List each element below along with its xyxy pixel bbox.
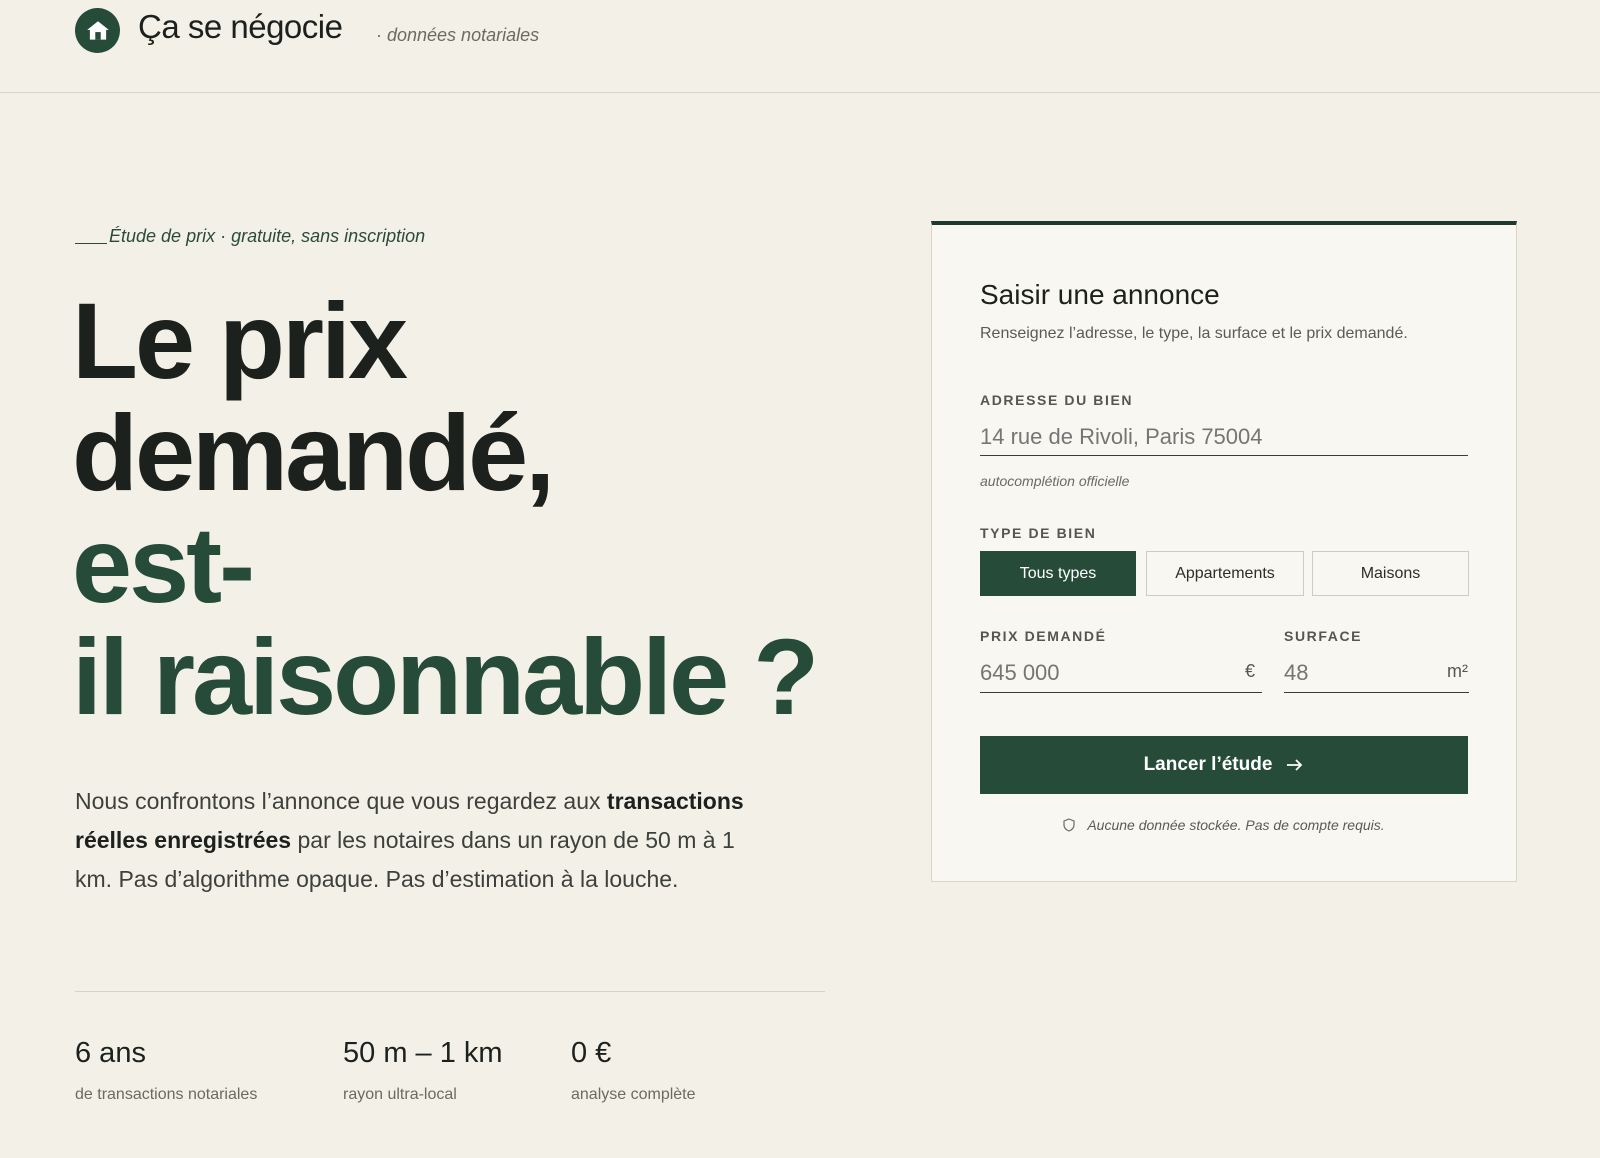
stats-divider — [75, 991, 825, 992]
address-input[interactable] — [980, 418, 1468, 456]
stat-label: analyse complète — [571, 1086, 696, 1103]
launch-study-label: Lancer l’étude — [1143, 754, 1273, 775]
hero-title-line1: Le prix — [72, 280, 408, 401]
home-icon[interactable] — [75, 8, 120, 53]
price-label: PRIX DEMANDÉ — [980, 628, 1107, 644]
hero-eyebrow: Étude de prix · gratuite, sans inscripti… — [75, 226, 425, 247]
privacy-note: Aucune donnée stockée. Pas de compte req… — [932, 817, 1516, 833]
stat-radius: 50 m – 1 km rayon ultra-local — [343, 1037, 503, 1104]
hero-lead: Nous confrontons l’annonce que vous rega… — [75, 782, 775, 899]
eyebrow-rule — [75, 243, 107, 244]
lead-text: Nous confrontons l’annonce que vous rega… — [75, 788, 607, 814]
listing-form-card: Saisir une annonce Renseignez l’adresse,… — [931, 221, 1517, 882]
address-hint: autocomplétion officielle — [980, 473, 1130, 489]
type-apartments-button[interactable]: Appartements — [1146, 551, 1304, 596]
stat-price: 0 € analyse complète — [571, 1037, 696, 1104]
surface-label: SURFACE — [1284, 628, 1363, 644]
stat-value: 50 m – 1 km — [343, 1037, 503, 1069]
hero-title-line3: est- — [72, 504, 255, 625]
brand-subtitle: · données notariales — [376, 25, 540, 45]
hero-title-line2: demandé, — [72, 392, 555, 513]
stat-label: de transactions notariales — [75, 1086, 258, 1103]
surface-unit: m² — [1447, 661, 1468, 681]
hero-title: Le prix demandé, est- il raisonnable ? — [72, 285, 872, 733]
euro-unit: € — [1245, 661, 1256, 681]
brand-name[interactable]: Ça se négocie — [138, 8, 343, 46]
stat-label: rayon ultra-local — [343, 1086, 457, 1103]
hero-title-line4: il raisonnable ? — [72, 616, 819, 737]
shield-icon — [1063, 818, 1075, 832]
form-description: Renseignez l’adresse, le type, la surfac… — [980, 325, 1408, 342]
form-title: Saisir une annonce — [980, 279, 1220, 310]
type-all-button[interactable]: Tous types — [980, 551, 1136, 596]
launch-study-button[interactable]: Lancer l’étude — [980, 736, 1468, 794]
price-input[interactable] — [980, 653, 1262, 693]
stat-value: 0 € — [571, 1037, 612, 1069]
privacy-note-text: Aucune donnée stockée. Pas de compte req… — [1087, 817, 1385, 833]
surface-input[interactable] — [1284, 653, 1469, 693]
stat-value: 6 ans — [75, 1037, 146, 1069]
stat-history: 6 ans de transactions notariales — [75, 1037, 257, 1104]
arrow-right-icon — [1287, 759, 1303, 771]
property-type-label: TYPE DE BIEN — [980, 525, 1097, 541]
address-label: ADRESSE DU BIEN — [980, 392, 1134, 408]
eyebrow-text: Étude de prix · gratuite, sans inscripti… — [109, 226, 426, 246]
site-header: Ça se négocie · données notariales — [0, 0, 1600, 93]
type-houses-button[interactable]: Maisons — [1312, 551, 1469, 596]
